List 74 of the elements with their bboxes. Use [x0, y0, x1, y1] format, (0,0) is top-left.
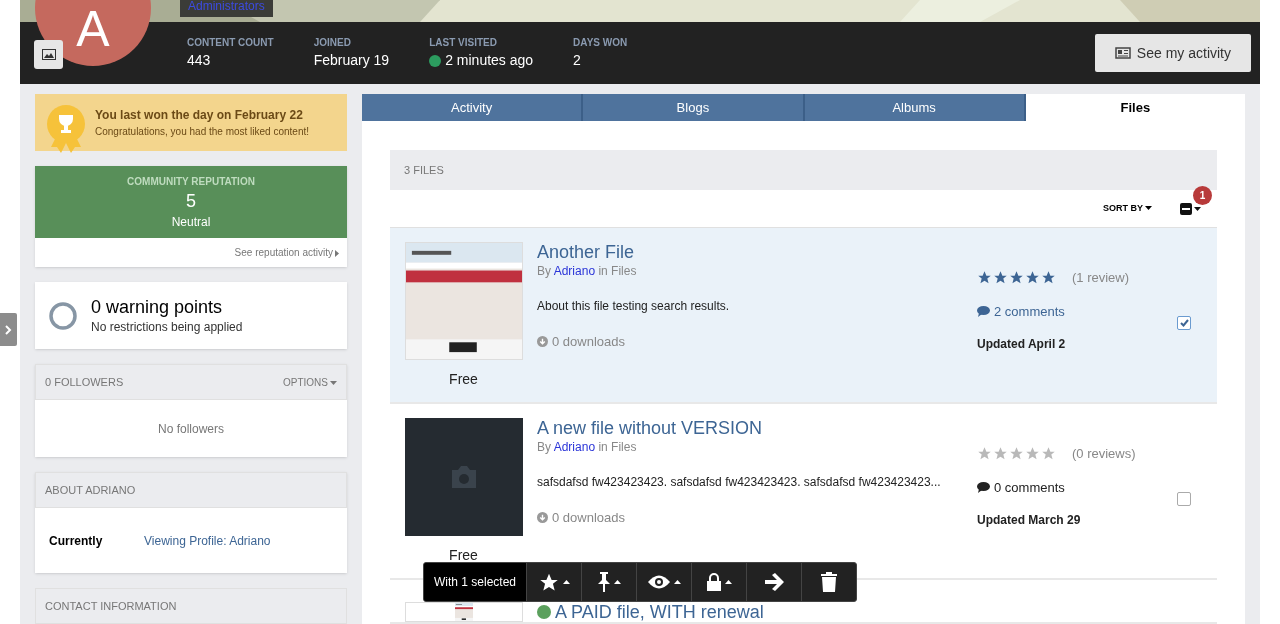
- checkbox-minus-icon: [1180, 202, 1192, 215]
- speech-bubble-icon: [977, 305, 990, 317]
- download-icon: [537, 512, 548, 524]
- file-title[interactable]: Another File: [537, 242, 635, 262]
- reputation-value: 5: [186, 189, 196, 213]
- updated-date: Updated March 29: [977, 512, 1082, 529]
- field-value: Viewing Profile: Adriano: [144, 532, 271, 550]
- group-label: Administrators: [180, 0, 273, 17]
- comments-link[interactable]: 0 comments: [977, 477, 1177, 497]
- reputation-label: COMMUNITY REPUTATION: [127, 174, 255, 189]
- arrow-right-icon: [763, 572, 786, 592]
- caret-icon: [335, 249, 339, 257]
- eye-icon: [647, 574, 672, 590]
- reputation-link[interactable]: See reputation activity: [234, 245, 339, 260]
- pin-icon: [597, 571, 612, 593]
- download-icon: [537, 336, 548, 348]
- newspaper-icon: [1114, 47, 1131, 59]
- tab[interactable]: Files: [1025, 94, 1245, 121]
- caret-icon: [330, 381, 337, 386]
- see-activity-button[interactable]: See my activity: [1094, 34, 1251, 72]
- tab[interactable]: Blogs: [583, 94, 805, 121]
- contact-title: CONTACT INFORMATION: [45, 598, 177, 614]
- stat-value: 2 minutes ago: [429, 50, 534, 71]
- row-checkbox[interactable]: [1177, 316, 1191, 330]
- followers-title: 0 FOLLOWERS: [45, 375, 124, 391]
- file-description: safsdafsd fw423423423. safsdafsd fw423423423. safsdafsd fw423423423...: [537, 474, 942, 491]
- select-menu[interactable]: [1180, 202, 1201, 215]
- file-price: Free: [449, 370, 478, 389]
- download-count: 0 downloads: [537, 332, 977, 352]
- day-won-title: You last won the day on February 22: [95, 107, 304, 124]
- author-link[interactable]: Adriano: [553, 440, 596, 454]
- warning-text: No restrictions being applied: [91, 318, 243, 336]
- field-label: Currently: [49, 532, 104, 550]
- chevron-right-icon: [5, 324, 12, 335]
- selection-count-badge: 1: [1193, 186, 1212, 205]
- file-title[interactable]: A PAID file, WITH renewal: [537, 602, 764, 622]
- trash-icon: [820, 572, 839, 592]
- day-won-text: Congratulations, you had the most liked content!: [95, 125, 310, 139]
- stat-value: 2: [573, 51, 582, 70]
- reputation-level: Neutral: [171, 213, 211, 231]
- tab[interactable]: Activity: [362, 94, 584, 121]
- lock-icon: [706, 572, 723, 592]
- image-icon: [41, 49, 56, 60]
- review-count: (0 reviews): [1072, 445, 1136, 463]
- updated-date: Updated April 2: [977, 336, 1067, 353]
- stat-label: JOINED: [313, 36, 352, 50]
- download-count: 0 downloads: [537, 508, 977, 528]
- file-price: Free: [449, 546, 478, 565]
- file-description: About this file testing search results.: [537, 298, 731, 315]
- stat-label: DAYS WON: [573, 36, 628, 50]
- tab[interactable]: Albums: [804, 94, 1026, 121]
- file-byline: By Adriano in Files: [537, 263, 638, 280]
- file-title[interactable]: A new file without VERSION: [537, 418, 763, 438]
- warning-title: 0 warning points: [91, 295, 224, 318]
- sidebar-toggle[interactable]: [0, 313, 17, 346]
- stat-label: CONTENT COUNT: [187, 36, 274, 50]
- warning-ring-icon: [49, 301, 77, 330]
- sort-by-menu[interactable]: SORT BY: [1103, 201, 1152, 216]
- change-cover-button[interactable]: [34, 40, 63, 69]
- caret-icon: [1145, 206, 1152, 211]
- about-title: ABOUT ADRIANO: [45, 483, 136, 499]
- selected-count: With 1 selected: [424, 563, 527, 601]
- options-menu[interactable]: OPTIONS: [283, 374, 337, 390]
- stat-label: LAST VISITED: [429, 36, 498, 50]
- file-byline: By Adriano in Files: [537, 439, 638, 456]
- speech-bubble-icon: [977, 481, 990, 493]
- stat-value: February 19: [313, 51, 390, 70]
- review-count: (1 review): [1072, 269, 1130, 287]
- files-count: 3 FILES: [404, 162, 444, 178]
- author-link[interactable]: Adriano: [553, 264, 596, 278]
- no-followers-text: No followers: [158, 420, 224, 438]
- comments-link[interactable]: 2 comments: [977, 301, 1177, 321]
- row-checkbox[interactable]: [1177, 492, 1191, 506]
- stat-value: 443: [187, 51, 212, 70]
